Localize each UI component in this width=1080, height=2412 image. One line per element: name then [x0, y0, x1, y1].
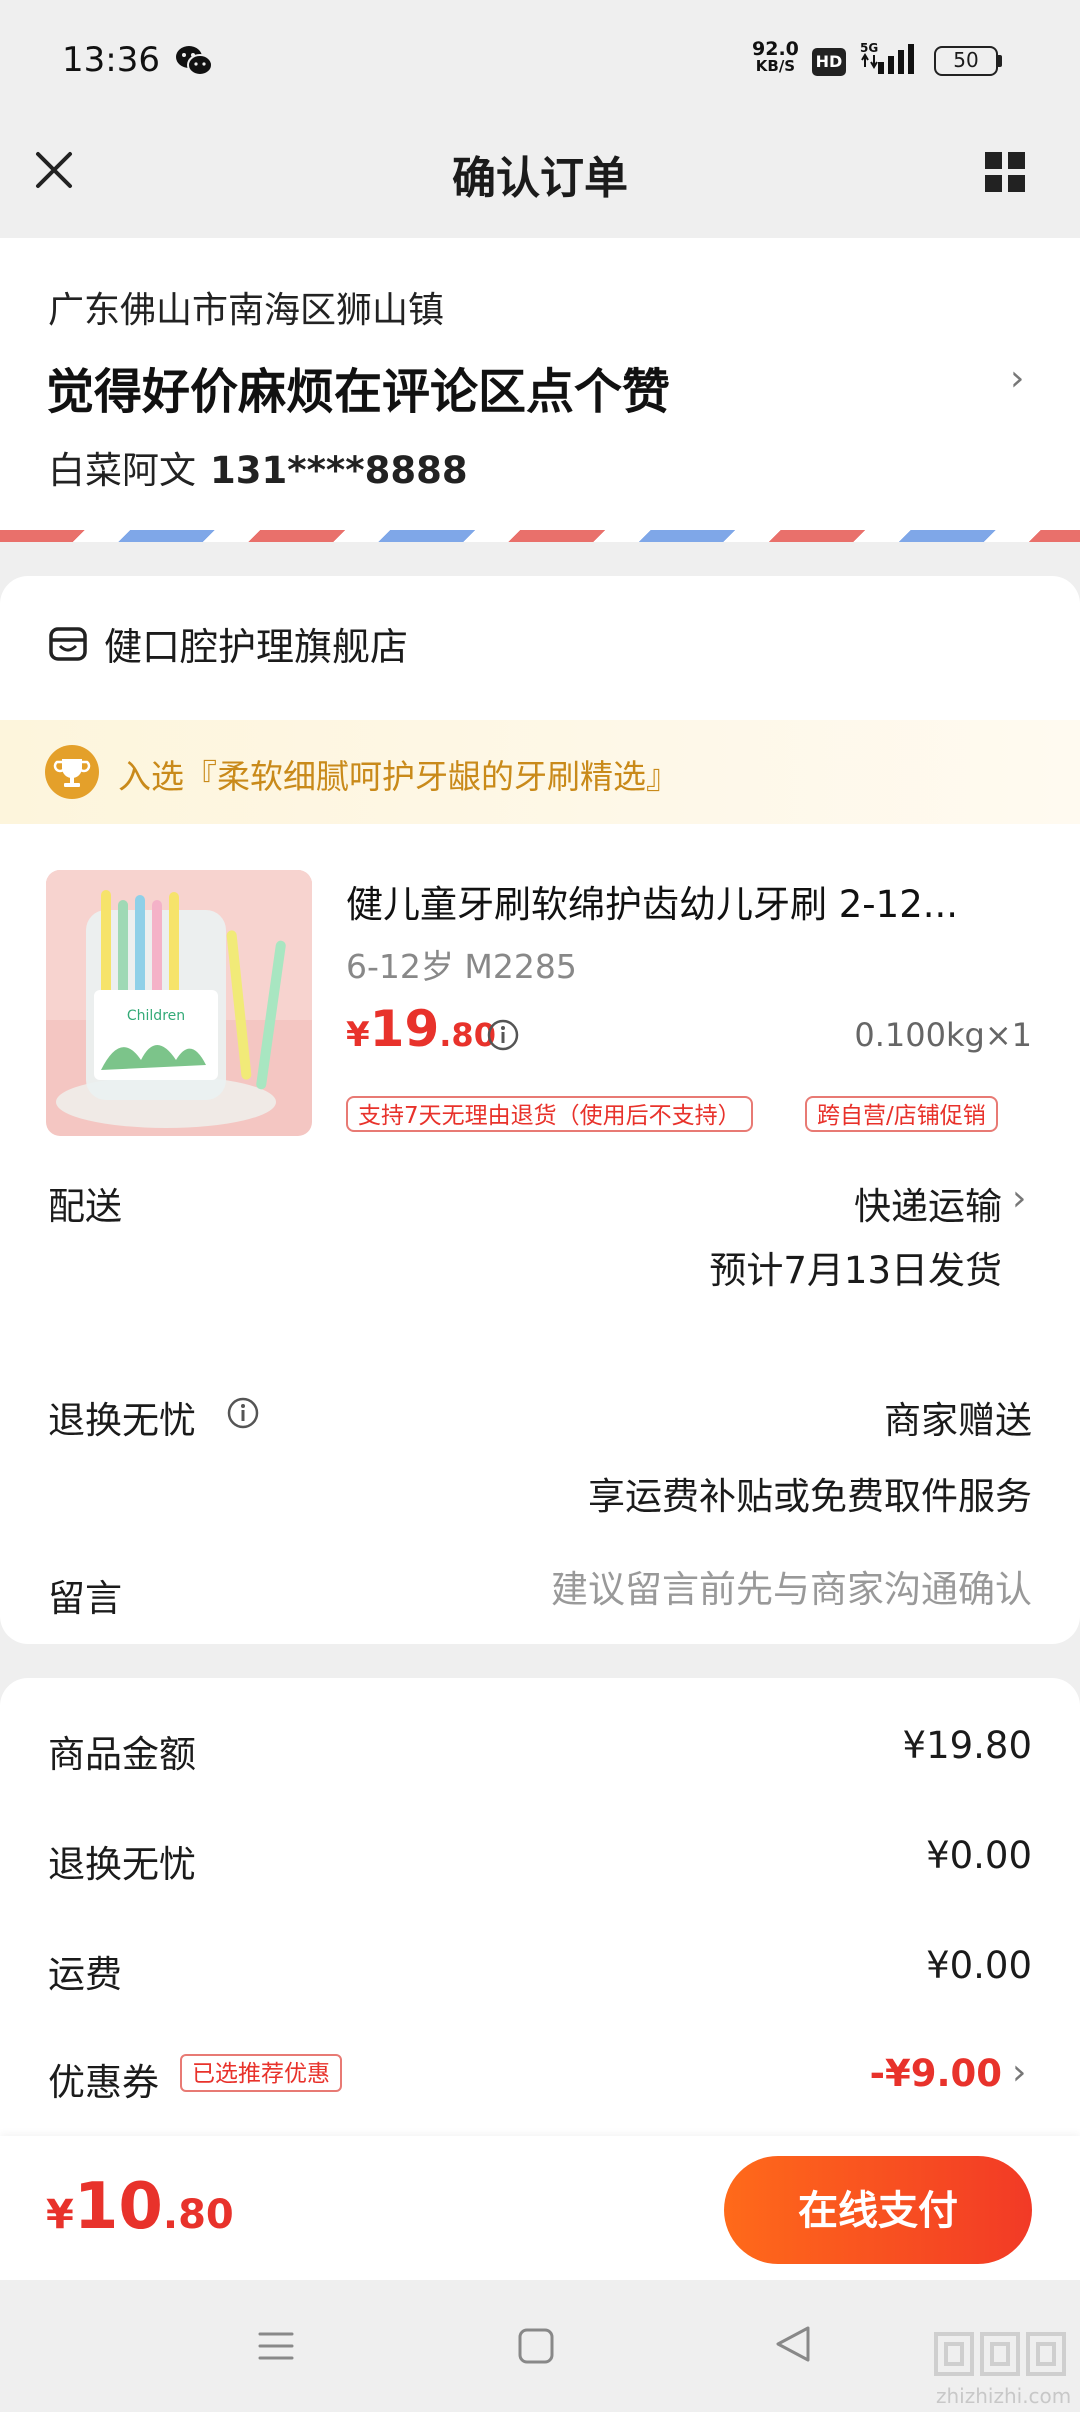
address-region: 广东佛山市南海区狮山镇 [48, 290, 445, 331]
product-image[interactable]: Children [46, 870, 312, 1136]
signal-icon: 5G [860, 41, 914, 74]
return-policy-tag: 支持7天无理由退货（使用后不支持） [346, 1096, 753, 1132]
status-time: 13:36 [62, 40, 160, 80]
return-service-desc: 享运费补贴或免费取件服务 [588, 1475, 1032, 1518]
battery-indicator: 50 [934, 46, 998, 76]
note-label: 留言 [48, 1577, 122, 1620]
trophy-icon [45, 745, 99, 799]
net-speed: 92.0 KB/S [752, 38, 799, 75]
coupon-label: 优惠券 [48, 2061, 159, 2104]
contact-phone: 131****8888 [210, 449, 468, 492]
delivery-date: 预计7月13日发货 [709, 1249, 1002, 1292]
svg-text:Children: Children [127, 1008, 185, 1024]
grid-icon[interactable] [983, 150, 1027, 194]
shipping-fee-value: ¥0.00 [926, 1944, 1032, 1987]
product-spec: 6-12岁 M2285 [346, 947, 577, 986]
chevron-right-icon[interactable]: › [1010, 358, 1024, 399]
svg-text:5G: 5G [860, 41, 878, 55]
product-weight: 0.100kg×1 [854, 1016, 1032, 1054]
watermark-text: zhizhizhi.com [936, 2384, 1072, 2408]
promotion-tag: 跨自营/店铺促销 [805, 1096, 998, 1132]
goods-amount-label: 商品金额 [48, 1733, 196, 1776]
wechat-icon [176, 46, 213, 76]
store-name[interactable]: 健口腔护理旗舰店 [104, 616, 408, 671]
goods-amount-value: ¥19.80 [902, 1724, 1032, 1767]
coupon-badge: 已选推荐优惠 [180, 2054, 342, 2092]
return-service-value: 商家赠送 [884, 1399, 1032, 1442]
coupon-value[interactable]: -¥9.00 [870, 2052, 1002, 2095]
return-fee-label: 退换无忧 [48, 1843, 196, 1886]
total-price: ¥10.80 [46, 2170, 234, 2244]
note-input[interactable] [412, 1568, 1032, 1611]
back-icon[interactable] [772, 2322, 814, 2366]
address-detail: 觉得好价麻烦在评论区点个赞 [46, 364, 671, 420]
return-fee-value: ¥0.00 [926, 1834, 1032, 1877]
hd-badge: HD [812, 48, 846, 76]
battery-tip [998, 55, 1002, 67]
delivery-label: 配送 [48, 1185, 122, 1228]
home-icon[interactable] [516, 2326, 556, 2366]
banner-text: 入选『柔软细腻呵护牙龈的牙刷精选』 [118, 757, 679, 796]
pay-online-button[interactable]: 在线支付 [724, 2156, 1032, 2264]
shipping-fee-label: 运费 [48, 1953, 122, 1996]
watermark-logo [934, 2332, 1066, 2376]
price-info-icon[interactable] [486, 1018, 520, 1052]
return-service-label: 退换无忧 [48, 1399, 196, 1442]
chevron-right-icon[interactable]: › [1012, 1178, 1026, 1219]
chevron-right-icon[interactable]: › [1012, 2052, 1026, 2093]
delivery-method[interactable]: 快递运输 [854, 1176, 1002, 1230]
menu-icon[interactable] [256, 2326, 296, 2366]
info-icon[interactable] [226, 1396, 260, 1430]
store-icon [49, 627, 87, 661]
product-price: ¥19.80 [346, 1000, 496, 1058]
envelope-stripe [0, 530, 1080, 542]
product-title[interactable]: 健儿童牙刷软绵护齿幼儿牙刷 2-12... [346, 874, 1006, 928]
contact-name: 白菜阿文 [48, 449, 196, 492]
page-title: 确认订单 [452, 153, 628, 204]
address-contact: 白菜阿文 131****8888 [48, 440, 468, 494]
